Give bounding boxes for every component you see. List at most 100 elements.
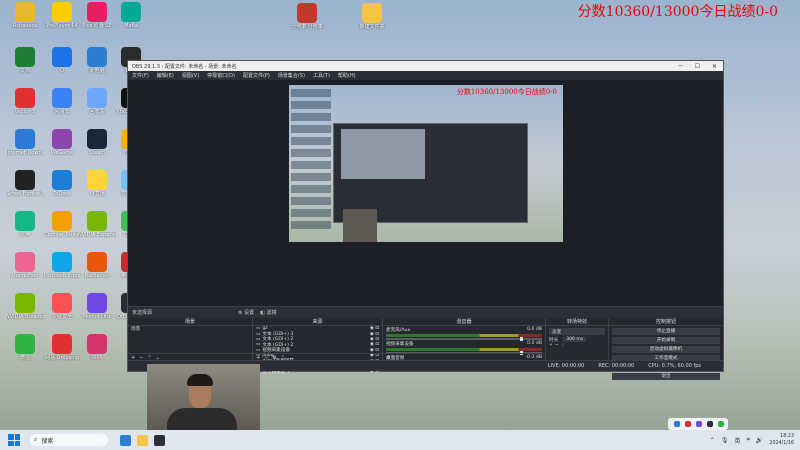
menu-item[interactable]: 工具(T) [313,72,330,79]
duration-input[interactable]: 300 ms [563,337,587,343]
desktop-icon-label: YY直播 [88,191,106,197]
desktop-icon-label: Moono Link [82,314,112,320]
tray-app-icon[interactable] [696,421,702,427]
desktop-icon[interactable]: 网易 Dropship [43,334,81,361]
transition-select[interactable]: 淡变 [549,328,605,335]
maximize-icon[interactable]: ☐ [695,63,700,70]
taskbar-search[interactable]: ⌕ 搜索 [30,434,108,446]
more-icon[interactable]: ⋮ [561,343,566,348]
menu-item[interactable]: 场景集合(S) [278,72,305,79]
desktop-icon[interactable]: Mafia [112,2,150,29]
taskbar-clock[interactable]: 18:23 2024/1/16 [769,433,794,447]
desktop-icon[interactable]: MangoFam [6,252,44,279]
scenes-dock: 场景 场景 + − ⌃ ⌄ [128,318,253,361]
desktop-icon-label: 微信 [19,355,30,361]
desktop-icon[interactable]: Counter-Strike [43,211,81,238]
app-icon [87,293,107,313]
add-icon[interactable]: + [549,343,553,348]
desktop-file-icon[interactable]: 分辨率 分辨率 [288,3,326,30]
tray-app-icon[interactable] [707,421,713,427]
taskbar-app-icon[interactable] [137,434,148,446]
remove-icon[interactable]: − [555,343,559,348]
visibility-lock-icons[interactable]: ◉ ⊡ [370,342,379,347]
visibility-lock-icons[interactable]: ◉ ⊡ [370,326,379,331]
desktop-icon[interactable]: 微信 [6,334,44,361]
desktop-icon[interactable]: 网易云 [43,88,81,115]
app-icon [52,129,72,149]
rec-status: REC: 00:00:00 [598,363,635,369]
windows-start-icon[interactable] [8,434,20,446]
obs-preview[interactable]: 分数10360/13000今日战绩0-0 [128,80,723,306]
tray-app-icon[interactable] [674,421,680,427]
chevron-up-icon[interactable]: ⌃ [710,437,715,444]
desktop-file-icon[interactable]: 新建文件夹 [353,3,391,30]
desktop-icon[interactable]: NVIDIA Broadcast [6,293,44,320]
network-icon[interactable]: ⌗ [747,436,750,444]
file-icon [297,3,317,23]
settings-button[interactable]: ⚙ 设置 [238,309,254,316]
tray-app-icon[interactable] [685,421,691,427]
tray-app-icon[interactable] [718,421,724,427]
desktop-icon[interactable]: Street Fighter 6 [6,170,44,197]
desktop-icon[interactable]: WPS [78,334,116,361]
desktop-icon[interactable]: Microsoft Edge [43,252,81,279]
microphone-icon[interactable]: 🎙 [721,437,729,444]
taskbar-app-icon[interactable] [120,434,131,446]
visibility-lock-icons[interactable]: ◉ ⊡ [370,337,379,342]
desktop-icon[interactable]: Pics 原画 SE [78,2,116,29]
minimize-icon[interactable]: ─ [679,63,683,70]
control-button[interactable]: 停止直播 [612,327,720,335]
filters-button[interactable]: ◧ 滤镜 [260,309,276,316]
desktop-icon-label: Pics 原画 SE [82,23,112,29]
desktop-icon[interactable]: WeGame [43,129,81,156]
desktop-icon[interactable]: Steam [78,129,116,156]
menu-item[interactable]: 帮助(H) [338,72,356,79]
desktop-icon[interactable]: 文档 [6,47,44,74]
app-icon [87,252,107,272]
menu-item[interactable]: 文件(F) [132,72,149,79]
app-icon [87,211,107,231]
desktop-icon[interactable]: 回收站 [78,88,116,115]
desktop-icon[interactable]: PotPlayer 64 [43,2,81,29]
desktop-icon[interactable]: 此电脑 [78,47,116,74]
desktop-icon[interactable]: 雷神 [6,211,44,238]
app-icon [15,170,35,190]
volume-icon[interactable]: 🔊 [756,437,763,444]
app-icon [15,334,35,354]
desktop-file-label: 新建文件夹 [359,24,385,30]
visibility-lock-icons[interactable]: ◉ ⊡ [370,332,379,337]
desktop-icon-label: WeGame [50,150,74,156]
control-button[interactable]: 启动虚拟摄像机 [612,345,720,353]
control-button[interactable]: 开始录制 [612,336,720,344]
window-title: OBS 29.1.3 - 配置文件: 未命名 - 场景: 未命名 [132,63,237,70]
desktop-icon[interactable]: Vector 3 [6,88,44,115]
desktop-icon[interactable]: Q [43,47,81,74]
input-language[interactable]: 英 [735,436,741,445]
desktop-icon-label: Microsoft Edge [43,273,81,279]
desktop-icon[interactable]: ToDesk [43,170,81,197]
clock-date: 2024/1/16 [769,441,794,446]
close-icon[interactable]: ✕ [712,63,717,70]
desktop-icon[interactable]: Moono Link [78,293,116,320]
menu-item[interactable]: 停靠窗口(D) [207,72,235,79]
taskbar-app-icon[interactable] [154,434,165,446]
desktop-icon-label: Battle.net [84,273,110,279]
desktop-icon[interactable]: Internet Downloa... [6,129,44,156]
obs-window: OBS 29.1.3 - 配置文件: 未命名 - 场景: 未命名 ─ ☐ ✕ 文… [127,60,724,380]
app-icon [87,47,107,67]
menu-item[interactable]: 视图(V) [182,72,199,79]
desktop-icon[interactable]: Rshadeca [6,2,44,29]
menu-item[interactable]: 编辑(E) [157,72,174,79]
desktop-icon[interactable]: Battle.net [78,252,116,279]
controls-list: 停止直播开始录制启动虚拟摄像机工作室模式设置退出 [609,327,723,380]
sources-dock: 来源 ▭ gz ◉ ⊡ ▭ 文本 (GDI+) 3 ◉ ⊡ ▭ 文本 (GDI+) 2 ◉ ⊡ ▭… [253,318,383,375]
desktop-icon[interactable]: NVIDIA Experience [78,211,116,238]
control-button[interactable]: 退出 [612,372,720,380]
visibility-lock-icons[interactable]: ◉ ⊡ [370,348,379,353]
preview-canvas[interactable]: 分数10360/13000今日战绩0-0 [289,85,563,242]
volume-slider[interactable] [386,337,542,341]
desktop-icon[interactable]: 火绒安全 [43,293,81,320]
menu-item[interactable]: 配置文件(P) [243,72,270,79]
scene-item[interactable]: 场景 [128,326,252,332]
desktop-icon[interactable]: YY直播 [78,170,116,197]
